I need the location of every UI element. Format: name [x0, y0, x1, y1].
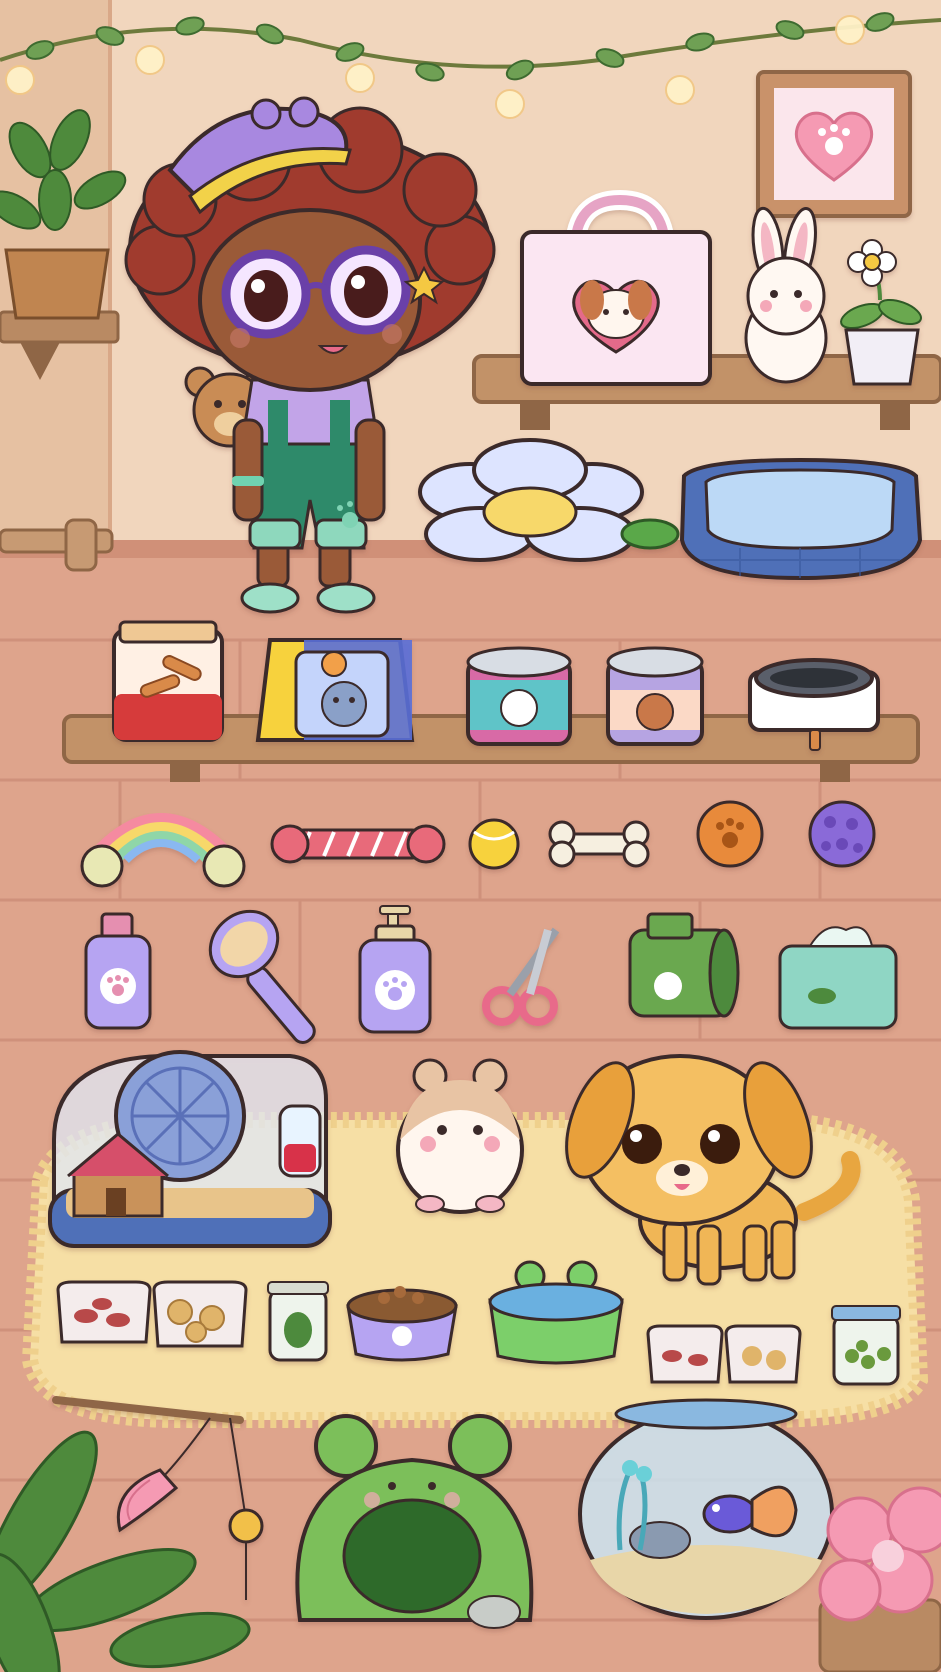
green-pellet-jar[interactable]: [831, 1305, 901, 1386]
small-snack-bag-1[interactable]: [646, 1324, 724, 1384]
cat-food-can[interactable]: [466, 646, 572, 746]
hamster[interactable]: [396, 1058, 524, 1214]
tennis-ball[interactable]: [468, 818, 520, 870]
kibble-bowl[interactable]: [346, 1286, 458, 1362]
hamster-cage-with-wheel[interactable]: [48, 1050, 332, 1248]
cat-food-bag[interactable]: [255, 638, 415, 742]
rope-toy[interactable]: [270, 824, 446, 864]
dried-fruit-bag[interactable]: [56, 1280, 152, 1344]
dog-food-can[interactable]: [606, 646, 704, 746]
blue-pet-bed[interactable]: [679, 457, 923, 581]
small-snack-bag-2[interactable]: [724, 1324, 802, 1384]
pink-flower: [818, 1486, 941, 1672]
cookie-bag[interactable]: [152, 1280, 248, 1348]
veggie-jar[interactable]: [267, 1281, 329, 1362]
pet-shop-scene: [0, 0, 941, 1672]
orange-paw-ball[interactable]: [696, 800, 764, 868]
spiky-ball[interactable]: [808, 800, 876, 868]
poop-bag-roll[interactable]: [628, 912, 740, 1018]
dog-treat-jar[interactable]: [112, 620, 224, 742]
scene-artwork: [0, 0, 941, 1672]
paw-heart-frame[interactable]: [756, 70, 912, 218]
